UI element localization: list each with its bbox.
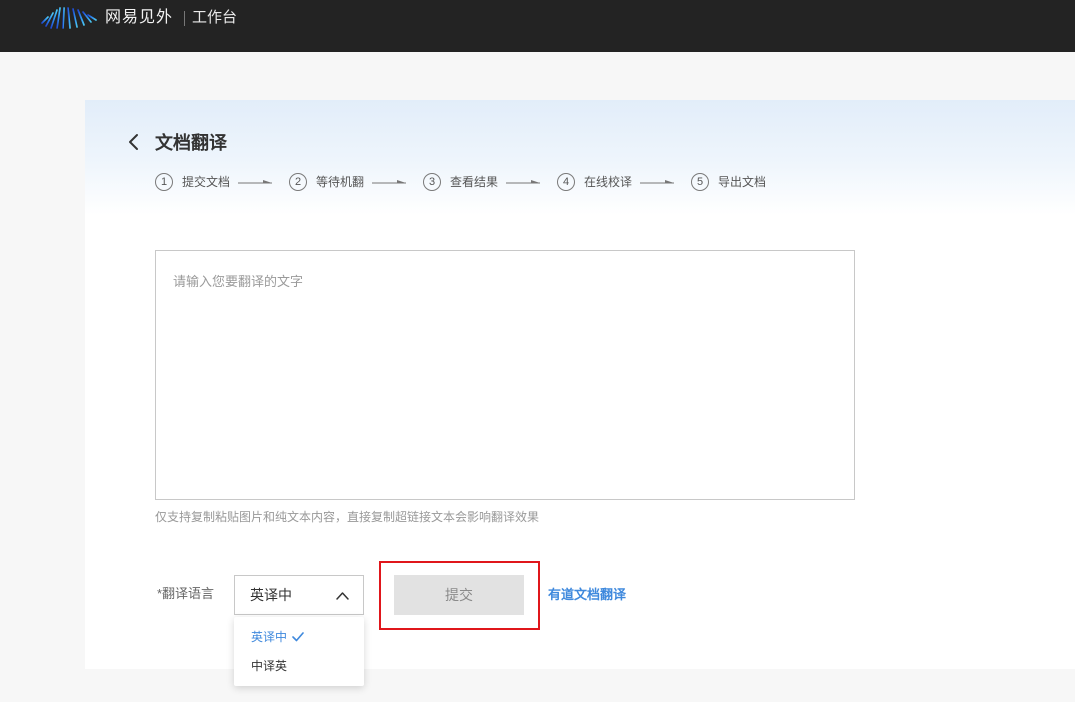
translation-text-input[interactable] (155, 250, 855, 500)
header-divider (184, 11, 185, 26)
step-number: 5 (691, 173, 709, 191)
language-select[interactable]: 英译中 (234, 575, 364, 615)
step-view-results: 3 查看结果 (423, 172, 498, 192)
step-label: 导出文档 (718, 175, 767, 189)
step-export-document: 5 导出文档 (691, 172, 766, 192)
step-online-proofread: 4 在线校译 (557, 172, 632, 192)
step-progress: 1 提交文档 2 等待机翻 3 查看结果 4 在线校译 5 导出文档 (155, 172, 766, 192)
option-label: 英译中 (251, 630, 288, 644)
arrow-right-icon (506, 178, 541, 186)
language-label: *翻译语言 (157, 586, 215, 601)
language-option-en-zh[interactable]: 英译中 (234, 622, 364, 651)
step-label: 查看结果 (450, 175, 499, 189)
chevron-up-icon (336, 591, 349, 600)
submit-button[interactable]: 提交 (394, 575, 524, 615)
chevron-left-icon[interactable] (127, 133, 141, 151)
arrow-right-icon (640, 178, 675, 186)
language-dropdown: 英译中 中译英 (234, 617, 364, 686)
arrow-right-icon (238, 178, 273, 186)
language-option-zh-en[interactable]: 中译英 (234, 651, 364, 680)
step-submit-document: 1 提交文档 (155, 172, 230, 192)
step-number: 4 (557, 173, 575, 191)
translation-card: 文档翻译 1 提交文档 2 等待机翻 3 查看结果 4 在线校译 5 导出文档 … (85, 100, 1075, 686)
top-bar: 网易见外 工作台 (0, 0, 1075, 52)
step-label: 提交文档 (182, 175, 231, 189)
step-number: 2 (289, 173, 307, 191)
app-root: 网易见外 工作台 文档翻译 1 提交文档 2 等待机翻 3 查看结果 4 在线校… (0, 0, 1075, 702)
logo-icon (40, 6, 98, 30)
step-number: 3 (423, 173, 441, 191)
step-number: 1 (155, 173, 173, 191)
brand-home-link[interactable]: 网易见外 (40, 6, 172, 30)
language-select-value: 英译中 (250, 587, 292, 603)
step-label: 等待机翻 (316, 175, 365, 189)
check-icon (292, 631, 304, 642)
brand-name: 网易见外 (105, 9, 174, 26)
input-hint: 仅支持复制粘贴图片和纯文本内容，直接复制超链接文本会影响翻译效果 (155, 510, 540, 524)
youdao-translate-link[interactable]: 有道文档翻译 (548, 586, 626, 604)
arrow-right-icon (372, 178, 407, 186)
page-title: 文档翻译 (155, 133, 227, 153)
step-wait-machine-translation: 2 等待机翻 (289, 172, 364, 192)
option-label: 中译英 (251, 659, 288, 673)
step-label: 在线校译 (584, 175, 633, 189)
workspace-link[interactable]: 工作台 (192, 8, 237, 28)
